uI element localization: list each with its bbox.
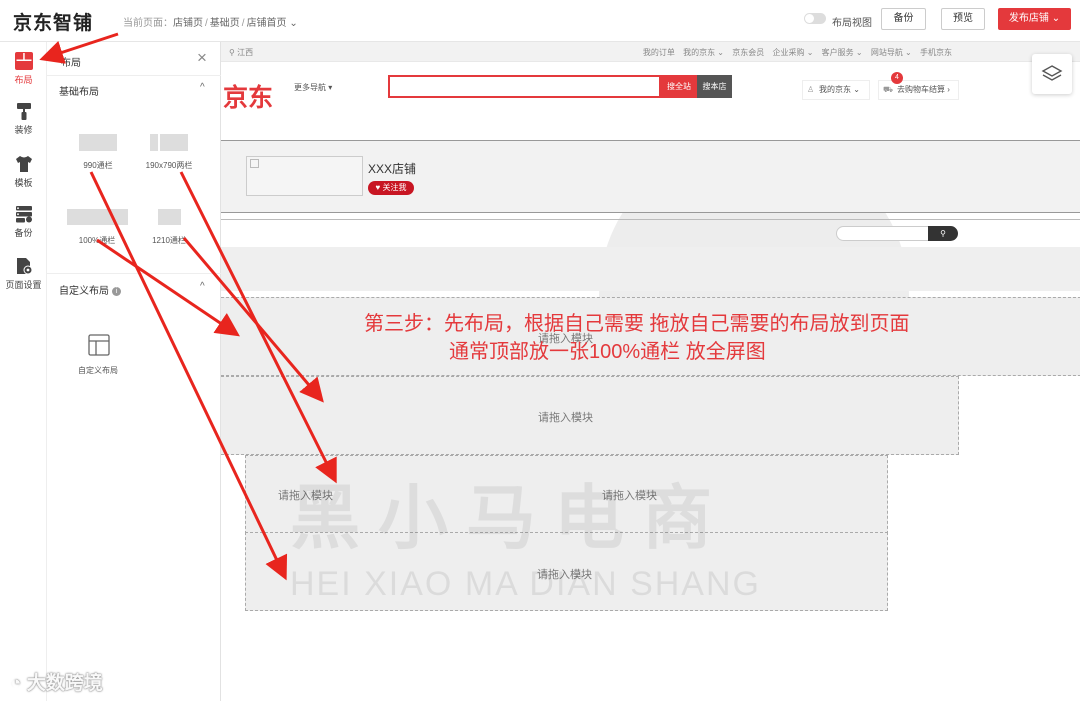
layout-190x790-label: 190x790两栏: [145, 161, 193, 170]
top-link[interactable]: 网站导航 ⌄: [871, 48, 912, 57]
tutorial-annotation-line2: 通常顶部放一张100%通栏 放全屏图: [449, 341, 766, 363]
more-nav-dropdown[interactable]: 更多导航 ▾: [294, 82, 332, 93]
top-links: 我的订单 我的京东 ⌄ 京东会员 企业采购 ⌄ 客户服务 ⌄ 网站导航 ⌄ 手机…: [637, 47, 952, 58]
sidebar-item-layout[interactable]: 布局: [0, 52, 47, 86]
user-icon: ♙: [807, 85, 815, 94]
breadcrumb-item[interactable]: 基础页: [210, 18, 240, 29]
chevron-down-icon: ⌄: [1051, 13, 1061, 24]
sidebar-item-label: 备份: [14, 228, 33, 238]
jd-logo[interactable]: 京东: [223, 78, 273, 114]
search-shop-button[interactable]: 搜本店: [697, 75, 732, 98]
layout-1210-label: 1210通栏: [152, 236, 186, 245]
sidebar-item-backup[interactable]: 备份: [0, 205, 47, 239]
sidebar-item-template[interactable]: 模板: [0, 155, 47, 189]
page-settings-icon: [16, 258, 32, 275]
sidebar-item-label: 页面设置: [5, 280, 42, 290]
custom-layout-icon[interactable]: [88, 334, 110, 356]
watermark-logo-icon: ◔: [10, 673, 22, 694]
panel-title: 布局: [61, 58, 81, 69]
nav-band: [221, 247, 1080, 291]
info-icon[interactable]: i: [112, 287, 121, 296]
icon-sidebar: 布局 装修 模板 备份 页面设置: [0, 42, 47, 701]
layout-100-thumbnail[interactable]: [67, 209, 128, 225]
sidebar-item-label: 装修: [14, 125, 33, 135]
site-top-bar: ⚲ 江西 我的订单 我的京东 ⌄ 京东会员 企业采购 ⌄ 客户服务 ⌄ 网站导航…: [221, 42, 1080, 62]
custom-layout-label: 自定义布局: [78, 366, 118, 375]
publish-button[interactable]: 发布店铺 ⌄: [998, 8, 1071, 30]
close-icon[interactable]: ×: [197, 48, 207, 68]
watermark-sub: HEI XIAO MA DIAN SHANG: [290, 565, 761, 603]
backup-button[interactable]: 备份: [881, 8, 926, 30]
shop-search-input[interactable]: [836, 226, 929, 241]
follow-button[interactable]: ♥ 关注我: [368, 181, 414, 195]
sidebar-item-page-settings[interactable]: 页面设置: [0, 257, 47, 291]
layout-icon: [14, 52, 33, 70]
search-icon[interactable]: ⚲: [928, 226, 958, 241]
top-bar: 京东智铺 当前页面：店铺页 / 基础页 / 店铺首页 ⌄ 布局视图 备份 预览 发布店铺…: [0, 0, 1080, 42]
breadcrumb-item[interactable]: 店铺页: [173, 18, 203, 29]
top-link[interactable]: 京东会员: [732, 48, 764, 57]
shop-header: XXX店铺 ♥ 关注我: [221, 140, 1080, 213]
divider: [47, 273, 221, 274]
top-link[interactable]: 我的京东 ⌄: [683, 48, 724, 57]
chevron-up-icon[interactable]: ^: [200, 82, 205, 93]
breadcrumb-prefix: 当前页面：: [123, 18, 173, 29]
chevron-down-icon[interactable]: ⌄: [289, 18, 297, 29]
layout-990-label: 990通栏: [83, 161, 113, 170]
top-link[interactable]: 企业采购 ⌄: [772, 48, 813, 57]
tutorial-annotation-line1: 第三步：先布局，根据自己需要 拖放自己需要的布局放到页面: [364, 313, 910, 335]
layout-100-label: 100%通栏: [78, 236, 116, 245]
breadcrumb: 当前页面：店铺页 / 基础页 / 店铺首页 ⌄: [123, 18, 298, 29]
watermark-main: 黑小马电商: [290, 479, 730, 557]
preview-button[interactable]: 预览: [941, 8, 985, 30]
site-search-input[interactable]: [388, 75, 661, 98]
layout-panel: 布局 × 基础布局 ^ 990通栏 190x790两栏 100%通栏 1210通…: [47, 42, 221, 701]
custom-layout-section-title[interactable]: 自定义布局 i: [59, 282, 121, 297]
location[interactable]: ⚲ 江西: [229, 47, 253, 58]
chevron-up-icon[interactable]: ^: [200, 281, 205, 292]
image-placeholder-icon: [250, 159, 259, 168]
sidebar-item-label: 布局: [14, 75, 33, 85]
location-pin-icon: ⚲: [229, 48, 235, 57]
backup-icon: [15, 206, 32, 223]
watermark-corner: ◔ 大数跨境: [10, 673, 103, 694]
cart-button[interactable]: ⛟ 去购物车结算 ›: [878, 80, 959, 100]
basic-layout-section-title[interactable]: 基础布局: [59, 83, 99, 98]
layout-view-label: 布局视图: [832, 18, 872, 29]
layout-1210-thumbnail[interactable]: [158, 209, 181, 225]
sidebar-item-label: 模板: [14, 178, 33, 188]
shop-name: XXX店铺: [368, 162, 417, 176]
layers-icon: [1041, 65, 1063, 81]
layers-button[interactable]: [1032, 54, 1072, 94]
top-link[interactable]: 手机京东: [920, 48, 952, 57]
breadcrumb-item[interactable]: 店铺首页: [247, 18, 287, 29]
shop-search-row: ⚲: [221, 219, 1080, 247]
layout-190x790-thumbnail-left[interactable]: [150, 134, 158, 151]
layout-990-thumbnail[interactable]: [79, 134, 117, 151]
divider: [47, 75, 221, 76]
layout-view-toggle[interactable]: [804, 13, 826, 24]
tshirt-icon: [15, 156, 32, 172]
layout-190x790-thumbnail-right[interactable]: [160, 134, 188, 151]
publish-label: 发布店铺: [1008, 13, 1049, 24]
dropzone-1210[interactable]: 请拖入模块: [221, 376, 959, 455]
top-link[interactable]: 我的订单: [643, 48, 675, 57]
app-logo[interactable]: 京东智铺: [13, 8, 93, 35]
my-jd-dropdown[interactable]: ♙ 我的京东 ⌄: [802, 80, 870, 100]
search-all-button[interactable]: 搜全站: [661, 75, 697, 98]
sidebar-item-decorate[interactable]: 装修: [0, 102, 47, 136]
cart-count-badge: 4: [891, 72, 903, 84]
shop-logo-placeholder[interactable]: [246, 156, 363, 196]
paint-roller-icon: [16, 103, 31, 120]
top-link[interactable]: 客户服务 ⌄: [822, 48, 863, 57]
cart-icon: ⛟: [883, 85, 894, 94]
